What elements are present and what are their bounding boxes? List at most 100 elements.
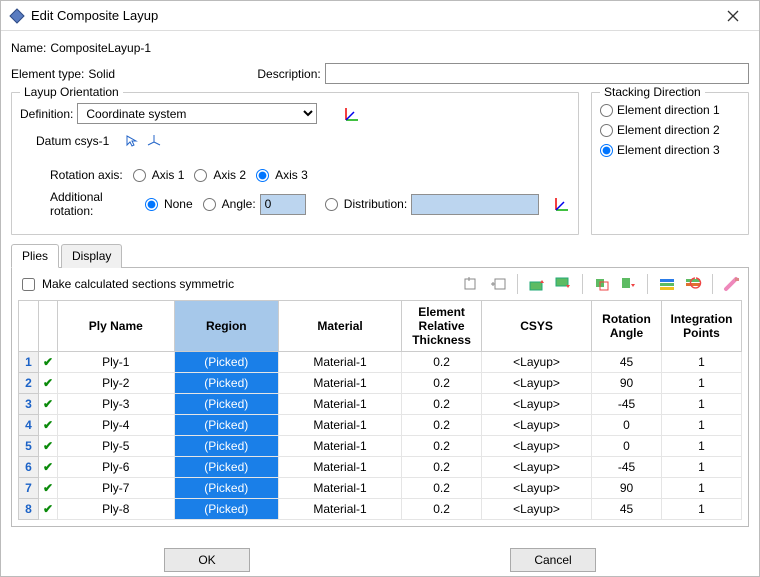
cell-intpts[interactable]: 1 [662, 478, 742, 499]
row-number[interactable]: 1 [19, 352, 39, 373]
create-dist-icon[interactable] [554, 195, 570, 213]
cell-intpts[interactable]: 1 [662, 436, 742, 457]
close-button[interactable] [715, 1, 751, 31]
cell-csys[interactable]: <Layup> [482, 478, 592, 499]
cell-csys[interactable]: <Layup> [482, 373, 592, 394]
table-row[interactable]: 2✔Ply-2(Picked)Material-10.2<Layup>901 [19, 373, 742, 394]
definition-select[interactable]: Coordinate system [77, 103, 317, 124]
cell-rotation[interactable]: 45 [592, 499, 662, 520]
row-enabled-icon[interactable]: ✔ [39, 352, 58, 373]
cell-intpts[interactable]: 1 [662, 499, 742, 520]
cancel-button[interactable]: Cancel [510, 548, 596, 572]
col-thickness[interactable]: Element Relative Thickness [402, 301, 482, 352]
row-number[interactable]: 3 [19, 394, 39, 415]
col-plyname[interactable]: Ply Name [58, 301, 174, 352]
cell-intpts[interactable]: 1 [662, 352, 742, 373]
cell-region[interactable]: (Picked) [174, 415, 279, 436]
axis1-radio[interactable] [133, 169, 146, 182]
tab-display[interactable]: Display [61, 244, 122, 268]
cell-material[interactable]: Material-1 [279, 352, 402, 373]
create-coordsys-icon[interactable] [343, 105, 361, 123]
stack-opt3-row[interactable]: Element direction 3 [600, 143, 740, 157]
cell-region[interactable]: (Picked) [174, 478, 279, 499]
symmetric-row[interactable]: Make calculated sections symmetric [18, 275, 234, 294]
cell-plyname[interactable]: Ply-5 [58, 436, 174, 457]
col-csys[interactable]: CSYS [482, 301, 592, 352]
cell-plyname[interactable]: Ply-4 [58, 415, 174, 436]
paste-icon[interactable] [618, 274, 638, 294]
cell-rotation[interactable]: 45 [592, 352, 662, 373]
col-region[interactable]: Region [174, 301, 279, 352]
row-number[interactable]: 7 [19, 478, 39, 499]
cell-region[interactable]: (Picked) [174, 352, 279, 373]
cell-region[interactable]: (Picked) [174, 436, 279, 457]
stack-opt2-row[interactable]: Element direction 2 [600, 123, 740, 137]
cell-material[interactable]: Material-1 [279, 499, 402, 520]
pattern-a-icon[interactable] [657, 274, 677, 294]
cell-thickness[interactable]: 0.2 [402, 499, 482, 520]
description-input[interactable] [325, 63, 749, 84]
col-rotation[interactable]: Rotation Angle [592, 301, 662, 352]
row-enabled-icon[interactable]: ✔ [39, 415, 58, 436]
row-number[interactable]: 8 [19, 499, 39, 520]
addrot-none-radio[interactable] [145, 198, 158, 211]
table-row[interactable]: 4✔Ply-4(Picked)Material-10.2<Layup>01 [19, 415, 742, 436]
cell-rotation[interactable]: 90 [592, 373, 662, 394]
row-enabled-icon[interactable]: ✔ [39, 499, 58, 520]
cell-intpts[interactable]: 1 [662, 394, 742, 415]
cell-rotation[interactable]: 0 [592, 415, 662, 436]
cell-rotation[interactable]: -45 [592, 394, 662, 415]
cell-thickness[interactable]: 0.2 [402, 394, 482, 415]
table-row[interactable]: 6✔Ply-6(Picked)Material-10.2<Layup>-451 [19, 457, 742, 478]
col-material[interactable]: Material [279, 301, 402, 352]
addrot-angle-input[interactable] [260, 194, 306, 215]
col-intpts[interactable]: Integration Points [662, 301, 742, 352]
cell-material[interactable]: Material-1 [279, 373, 402, 394]
pattern-b-icon[interactable] [683, 274, 703, 294]
tab-plies[interactable]: Plies [11, 244, 59, 268]
stack-opt1-row[interactable]: Element direction 1 [600, 103, 740, 117]
cell-intpts[interactable]: 1 [662, 373, 742, 394]
move-up-icon[interactable] [527, 274, 547, 294]
cell-material[interactable]: Material-1 [279, 394, 402, 415]
cell-thickness[interactable]: 0.2 [402, 373, 482, 394]
delete-icon[interactable] [722, 274, 742, 294]
cell-region[interactable]: (Picked) [174, 457, 279, 478]
cell-csys[interactable]: <Layup> [482, 457, 592, 478]
plies-table[interactable]: Ply Name Region Material Element Relativ… [18, 300, 742, 520]
cell-thickness[interactable]: 0.2 [402, 457, 482, 478]
cell-csys[interactable]: <Layup> [482, 499, 592, 520]
cell-csys[interactable]: <Layup> [482, 436, 592, 457]
axis2-radio[interactable] [194, 169, 207, 182]
table-row[interactable]: 7✔Ply-7(Picked)Material-10.2<Layup>901 [19, 478, 742, 499]
addrot-angle-radio[interactable] [203, 198, 216, 211]
cell-thickness[interactable]: 0.2 [402, 478, 482, 499]
cell-region[interactable]: (Picked) [174, 373, 279, 394]
axis3-radio[interactable] [256, 169, 269, 182]
cell-csys[interactable]: <Layup> [482, 415, 592, 436]
copy-icon[interactable] [592, 274, 612, 294]
ok-button[interactable]: OK [164, 548, 250, 572]
cell-thickness[interactable]: 0.2 [402, 436, 482, 457]
insert-after-icon[interactable] [488, 274, 508, 294]
row-number[interactable]: 2 [19, 373, 39, 394]
cell-rotation[interactable]: -45 [592, 457, 662, 478]
table-row[interactable]: 3✔Ply-3(Picked)Material-10.2<Layup>-451 [19, 394, 742, 415]
cell-plyname[interactable]: Ply-6 [58, 457, 174, 478]
cell-region[interactable]: (Picked) [174, 499, 279, 520]
stack-opt3-radio[interactable] [600, 144, 613, 157]
pointer-icon[interactable] [123, 132, 141, 150]
cell-plyname[interactable]: Ply-3 [58, 394, 174, 415]
datum-axes-icon[interactable] [145, 132, 163, 150]
cell-rotation[interactable]: 90 [592, 478, 662, 499]
cell-material[interactable]: Material-1 [279, 457, 402, 478]
row-number[interactable]: 5 [19, 436, 39, 457]
row-enabled-icon[interactable]: ✔ [39, 436, 58, 457]
move-down-icon[interactable] [553, 274, 573, 294]
row-enabled-icon[interactable]: ✔ [39, 478, 58, 499]
cell-thickness[interactable]: 0.2 [402, 352, 482, 373]
stack-opt1-radio[interactable] [600, 104, 613, 117]
cell-csys[interactable]: <Layup> [482, 394, 592, 415]
table-row[interactable]: 1✔Ply-1(Picked)Material-10.2<Layup>451 [19, 352, 742, 373]
row-enabled-icon[interactable]: ✔ [39, 457, 58, 478]
